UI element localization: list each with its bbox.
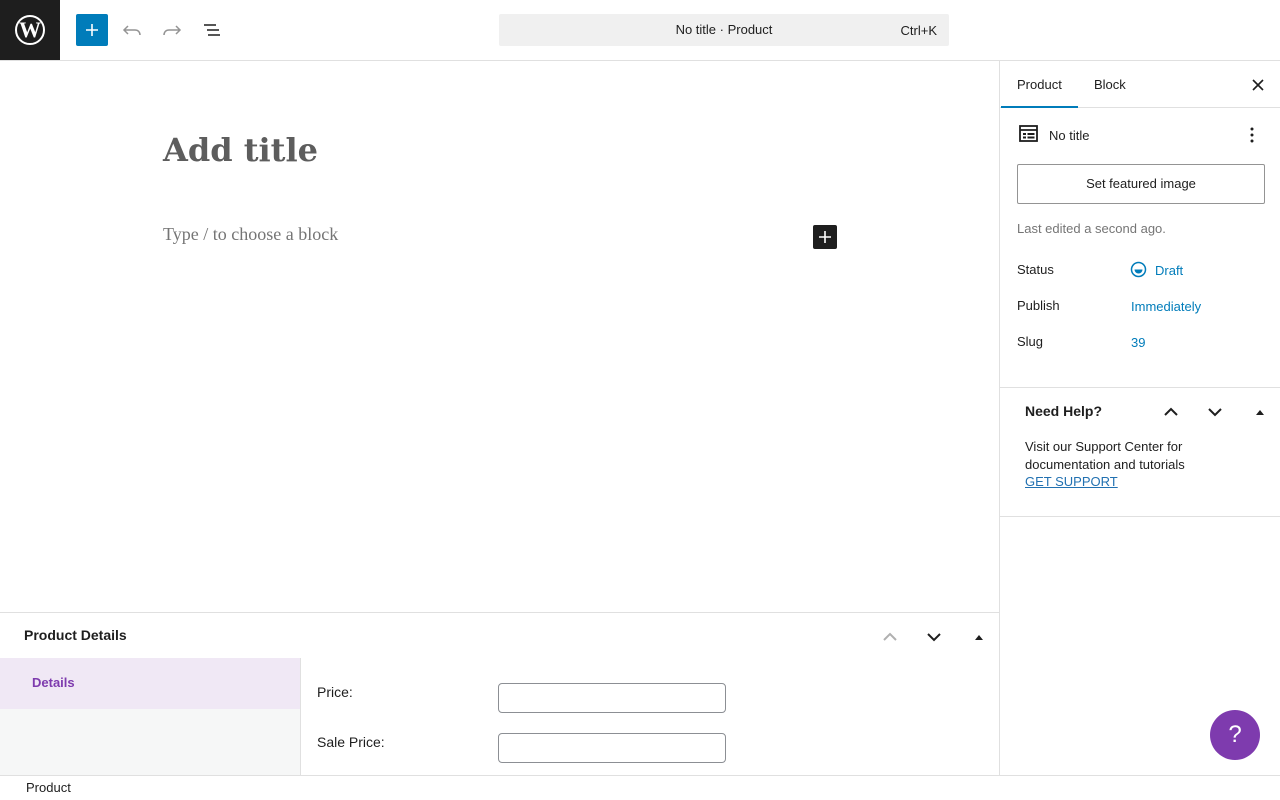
status-value-button[interactable]: Draft [1155, 263, 1183, 278]
help-panel-text: Visit our Support Center for documentati… [1025, 439, 1185, 472]
list-view-button[interactable] [196, 14, 228, 46]
settings-sidebar: Product Block No title Set featured imag… [999, 61, 1280, 776]
publish-label: Publish [1017, 298, 1060, 313]
vertical-ellipsis-icon [1250, 127, 1254, 143]
price-input[interactable] [498, 683, 726, 713]
editor-canvas: Add title Type / to choose a block [0, 61, 999, 613]
move-down-button[interactable] [922, 625, 946, 649]
help-button[interactable]: ? [1210, 710, 1260, 760]
set-featured-image-button[interactable]: Set featured image [1017, 164, 1265, 204]
add-block-button[interactable] [76, 14, 108, 46]
post-layout-icon [1019, 125, 1038, 142]
sidebar-tabs: Product Block [1000, 61, 1280, 108]
move-up-button[interactable] [878, 625, 902, 649]
tab-details[interactable]: Details [0, 658, 300, 709]
product-details-metabox: Product Details Details Price: Sale Pric… [0, 612, 999, 777]
plus-icon [86, 24, 98, 36]
toggle-panel-button[interactable] [1248, 400, 1272, 424]
tab-product[interactable]: Product [1001, 61, 1078, 108]
post-card-title: No title [1049, 128, 1090, 143]
close-icon [1252, 79, 1264, 91]
draft-status-icon [1130, 261, 1147, 278]
post-title-input[interactable]: Add title [163, 131, 318, 169]
chevron-up-icon [1164, 407, 1178, 416]
help-panel-title: Need Help? [1025, 403, 1103, 419]
svg-text:W: W [19, 17, 41, 42]
chevron-up-icon [883, 632, 897, 641]
breadcrumb[interactable]: Product [26, 780, 71, 795]
redo-button[interactable] [156, 14, 188, 46]
slug-label: Slug [1017, 334, 1044, 349]
redo-icon [163, 25, 182, 36]
command-palette-trigger[interactable]: No title · Product Ctrl+K [499, 14, 949, 46]
wordpress-logo[interactable]: W [0, 0, 60, 60]
close-sidebar-button[interactable] [1246, 73, 1270, 97]
plus-icon [819, 231, 831, 243]
block-appender[interactable]: Type / to choose a block [163, 224, 338, 245]
price-label: Price: [317, 684, 353, 700]
get-support-link[interactable]: GET SUPPORT [1025, 474, 1118, 489]
move-down-button[interactable] [1203, 400, 1227, 424]
toggle-panel-button[interactable] [967, 625, 991, 649]
list-view-icon [204, 24, 220, 36]
post-actions-button[interactable] [1242, 125, 1262, 145]
metabox-tabs: Details [0, 658, 301, 777]
sale-price-label: Sale Price: [317, 734, 385, 750]
keyboard-shortcut: Ctrl+K [900, 23, 937, 38]
document-title: No title · Product [675, 22, 773, 37]
tab-block[interactable]: Block [1078, 61, 1142, 108]
block-inserter-button[interactable] [813, 225, 837, 249]
caret-up-icon [1256, 410, 1264, 415]
undo-icon [122, 25, 141, 36]
move-up-button[interactable] [1159, 400, 1183, 424]
tab-details-label: Details [32, 675, 75, 690]
metabox-title: Product Details [24, 627, 127, 643]
last-edited-text: Last edited a second ago. [1017, 221, 1166, 236]
status-label: Status [1017, 262, 1054, 277]
wordpress-logo-icon: W [15, 15, 45, 45]
sale-price-input[interactable] [498, 733, 726, 763]
chevron-down-icon [927, 633, 941, 642]
editor-header: W No title · Product Ctrl+K [0, 0, 1280, 61]
caret-up-icon [975, 635, 983, 640]
editor-footer: Product [0, 775, 1280, 800]
undo-button[interactable] [116, 14, 148, 46]
chevron-down-icon [1208, 408, 1222, 417]
slug-button[interactable]: 39 [1131, 335, 1145, 350]
need-help-panel: Need Help? Visit our Support Center for … [1000, 387, 1280, 517]
publish-date-button[interactable]: Immediately [1131, 299, 1201, 314]
